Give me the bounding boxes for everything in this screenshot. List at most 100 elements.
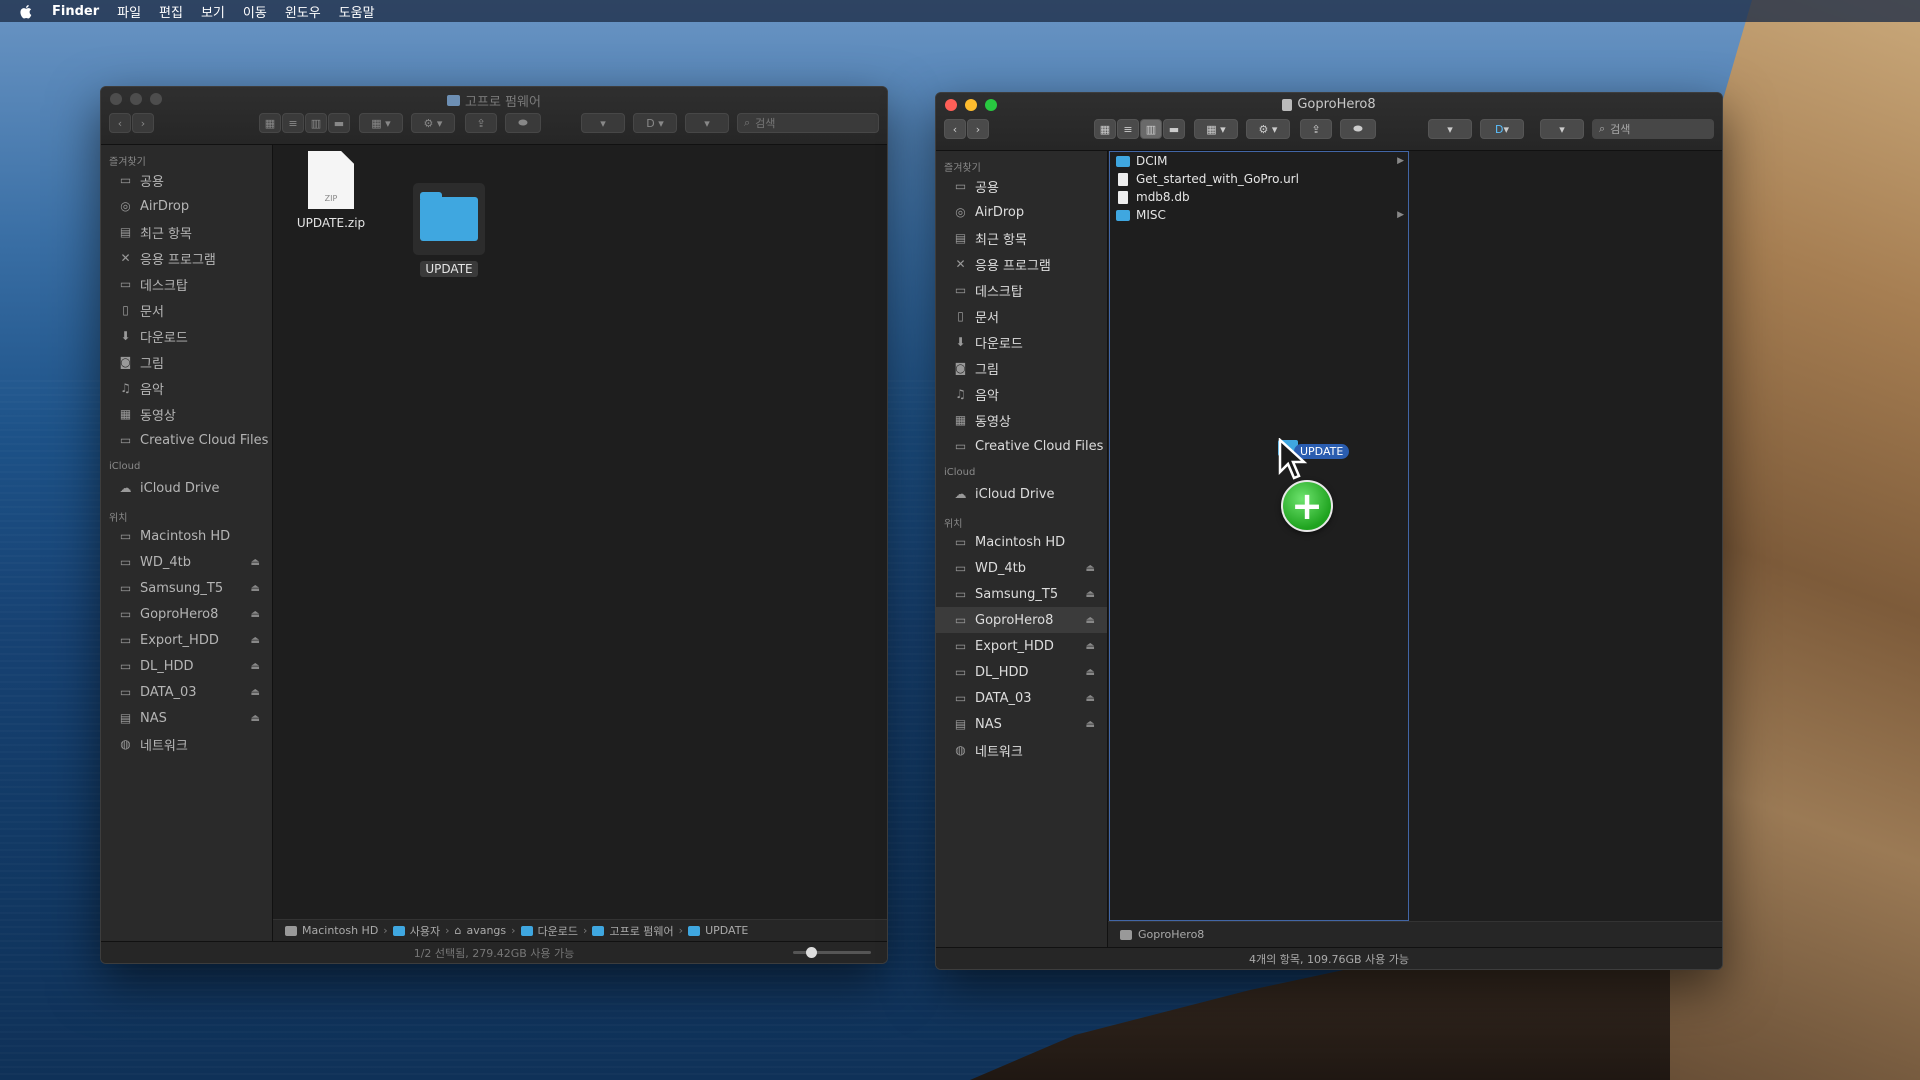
sidebar-item-macintosh-hd[interactable]: ▭ Macintosh HD [101,523,272,549]
sidebar-item-creative-cloud[interactable]: ▭ Creative Cloud Files [101,427,272,453]
app-extension-button[interactable]: D ▾ [633,113,677,133]
sidebar-item-dl-hdd[interactable]: ▭ DL_HDD ⏏ [101,653,272,679]
menu-app-name[interactable]: Finder [52,4,99,19]
icon-view-area[interactable]: ZIP UPDATE.zip UPDATE [273,145,887,905]
sidebar-item-nas[interactable]: ▤ NAS ⏏ [101,705,272,731]
eject-icon[interactable]: ⏏ [251,661,260,672]
view-icons-button[interactable]: ▦ [259,113,281,133]
share-button[interactable]: ⇪ [1300,119,1332,139]
eject-icon[interactable]: ⏏ [1086,589,1095,600]
sidebar-item-samsung-t5[interactable]: ▭ Samsung_T5 ⏏ [936,581,1107,607]
view-icons-button[interactable]: ▦ [1094,119,1116,139]
group-button[interactable]: ▦ ▾ [1194,119,1238,139]
sidebar-item-desktop[interactable]: ▭ 데스크탑 [936,277,1107,303]
menu-view[interactable]: 보기 [201,2,225,21]
sidebar-item-applications[interactable]: ✕ 응용 프로그램 [936,251,1107,277]
icon-size-slider[interactable] [793,947,871,958]
sidebar-item-recents[interactable]: ▤ 최근 항목 [936,225,1107,251]
tags-button[interactable]: ⬬ [1340,119,1376,139]
sidebar-item-macintosh-hd[interactable]: ▭ Macintosh HD [936,529,1107,555]
eject-icon[interactable]: ⏏ [251,557,260,568]
sidebar-item-nas[interactable]: ▤ NAS ⏏ [936,711,1107,737]
sidebar-item-documents[interactable]: ▯ 문서 [936,303,1107,329]
path-item[interactable]: 다운로드 [538,923,578,939]
sidebar-item-export-hdd[interactable]: ▭ Export_HDD ⏏ [936,633,1107,659]
eject-icon[interactable]: ⏏ [251,635,260,646]
eject-icon[interactable]: ⏏ [1086,563,1095,574]
sidebar-item-downloads[interactable]: ⬇ 다운로드 [101,323,272,349]
sidebar-item-wd4tb[interactable]: ▭ WD_4tb ⏏ [101,549,272,575]
column-item-dcim[interactable]: DCIM ▶ [1110,152,1408,170]
titlebar[interactable]: 고프로 펌웨어 ‹ › ▦ ≡ ▥ ▬ ▦ ▾ ⚙ ▾ ⇪ ⬬ ▾ D ▾ ▾ … [101,87,887,145]
sidebar-item-music[interactable]: ♫ 음악 [101,375,272,401]
sidebar-item-recents[interactable]: ▤ 최근 항목 [101,219,272,245]
sidebar-item-network[interactable]: ◍ 네트워크 [936,737,1107,763]
sidebar-item-wd4tb[interactable]: ▭ WD_4tb ⏏ [936,555,1107,581]
eject-icon[interactable]: ⏏ [1086,693,1095,704]
view-list-button[interactable]: ≡ [1117,119,1139,139]
column-item-url[interactable]: Get_started_with_GoPro.url [1110,170,1408,188]
eject-icon[interactable]: ⏏ [1086,641,1095,652]
slider-knob[interactable] [806,947,818,958]
sidebar-item-airdrop[interactable]: ◎ AirDrop [936,199,1107,225]
view-columns-button[interactable]: ▥ [305,113,327,133]
menu-help[interactable]: 도움말 [339,2,375,21]
folder-update[interactable]: UPDATE [409,183,489,277]
forward-button[interactable]: › [132,113,154,133]
sidebar-item-samsung-t5[interactable]: ▭ Samsung_T5 ⏏ [101,575,272,601]
finder-window-firmware[interactable]: 고프로 펌웨어 ‹ › ▦ ≡ ▥ ▬ ▦ ▾ ⚙ ▾ ⇪ ⬬ ▾ D ▾ ▾ … [100,86,888,964]
path-item[interactable]: UPDATE [705,924,748,937]
eject-icon[interactable]: ⏏ [251,713,260,724]
titlebar[interactable]: GoproHero8 ‹ › ▦ ≡ ▥ ▬ ▦ ▾ ⚙ ▾ ⇪ ⬬ ▾ D ▾… [936,93,1722,151]
sidebar-item-goprohero8[interactable]: ▭ GoproHero8 ⏏ [101,601,272,627]
forward-button[interactable]: › [967,119,989,139]
dropdown-button[interactable]: ▾ [581,113,625,133]
back-button[interactable]: ‹ [944,119,966,139]
eject-icon[interactable]: ⏏ [1086,615,1095,626]
back-button[interactable]: ‹ [109,113,131,133]
path-item[interactable]: 사용자 [410,923,440,939]
sidebar-item-applications[interactable]: ✕ 응용 프로그램 [101,245,272,271]
column-item-mdb8[interactable]: mdb8.db [1110,188,1408,206]
menu-window[interactable]: 윈도우 [285,2,321,21]
sidebar-item-icloud-drive[interactable]: ☁ iCloud Drive [936,481,1107,507]
apple-icon[interactable] [18,3,32,19]
sidebar-item-movies[interactable]: ▦ 동영상 [101,401,272,427]
sidebar-item-movies[interactable]: ▦ 동영상 [936,407,1107,433]
sidebar-item-desktop[interactable]: ▭ 데스크탑 [101,271,272,297]
sidebar-item-icloud-drive[interactable]: ☁ iCloud Drive [101,475,272,501]
menu-go[interactable]: 이동 [243,2,267,21]
dropdown-button[interactable]: ▾ [1428,119,1472,139]
eject-icon[interactable]: ⏏ [1086,719,1095,730]
sidebar-item-pictures[interactable]: ◙ 그림 [101,349,272,375]
dropdown-button-2[interactable]: ▾ [1540,119,1584,139]
view-gallery-button[interactable]: ▬ [328,113,350,133]
view-columns-button[interactable]: ▥ [1140,119,1162,139]
column-root[interactable]: DCIM ▶ Get_started_with_GoPro.url mdb8.db… [1109,151,1409,921]
sidebar-item-downloads[interactable]: ⬇ 다운로드 [936,329,1107,355]
sidebar-item-export-hdd[interactable]: ▭ Export_HDD ⏏ [101,627,272,653]
path-item[interactable]: avangs [466,924,506,937]
sidebar-item-dl-hdd[interactable]: ▭ DL_HDD ⏏ [936,659,1107,685]
footer-path-text[interactable]: GoproHero8 [1138,928,1204,941]
sidebar-item-data03[interactable]: ▭ DATA_03 ⏏ [936,685,1107,711]
share-button[interactable]: ⇪ [465,113,497,133]
action-button[interactable]: ⚙ ▾ [411,113,455,133]
menu-file[interactable]: 파일 [117,2,141,21]
action-button[interactable]: ⚙ ▾ [1246,119,1290,139]
path-item[interactable]: Macintosh HD [302,924,378,937]
sidebar-item-shared[interactable]: ▭ 공용 [936,173,1107,199]
app-extension-button[interactable]: D ▾ [1480,119,1524,139]
search-field[interactable]: ⌕ 검색 [1592,119,1714,139]
eject-icon[interactable]: ⏏ [251,687,260,698]
sidebar-item-creative-cloud[interactable]: ▭ Creative Cloud Files [936,433,1107,459]
column-empty[interactable] [1410,151,1722,921]
view-list-button[interactable]: ≡ [282,113,304,133]
path-item[interactable]: 고프로 펌웨어 [609,923,673,939]
sidebar-item-data03[interactable]: ▭ DATA_03 ⏏ [101,679,272,705]
sidebar-item-network[interactable]: ◍ 네트워크 [101,731,272,757]
view-gallery-button[interactable]: ▬ [1163,119,1185,139]
search-field[interactable]: ⌕ 검색 [737,113,879,133]
eject-icon[interactable]: ⏏ [251,583,260,594]
eject-icon[interactable]: ⏏ [1086,667,1095,678]
